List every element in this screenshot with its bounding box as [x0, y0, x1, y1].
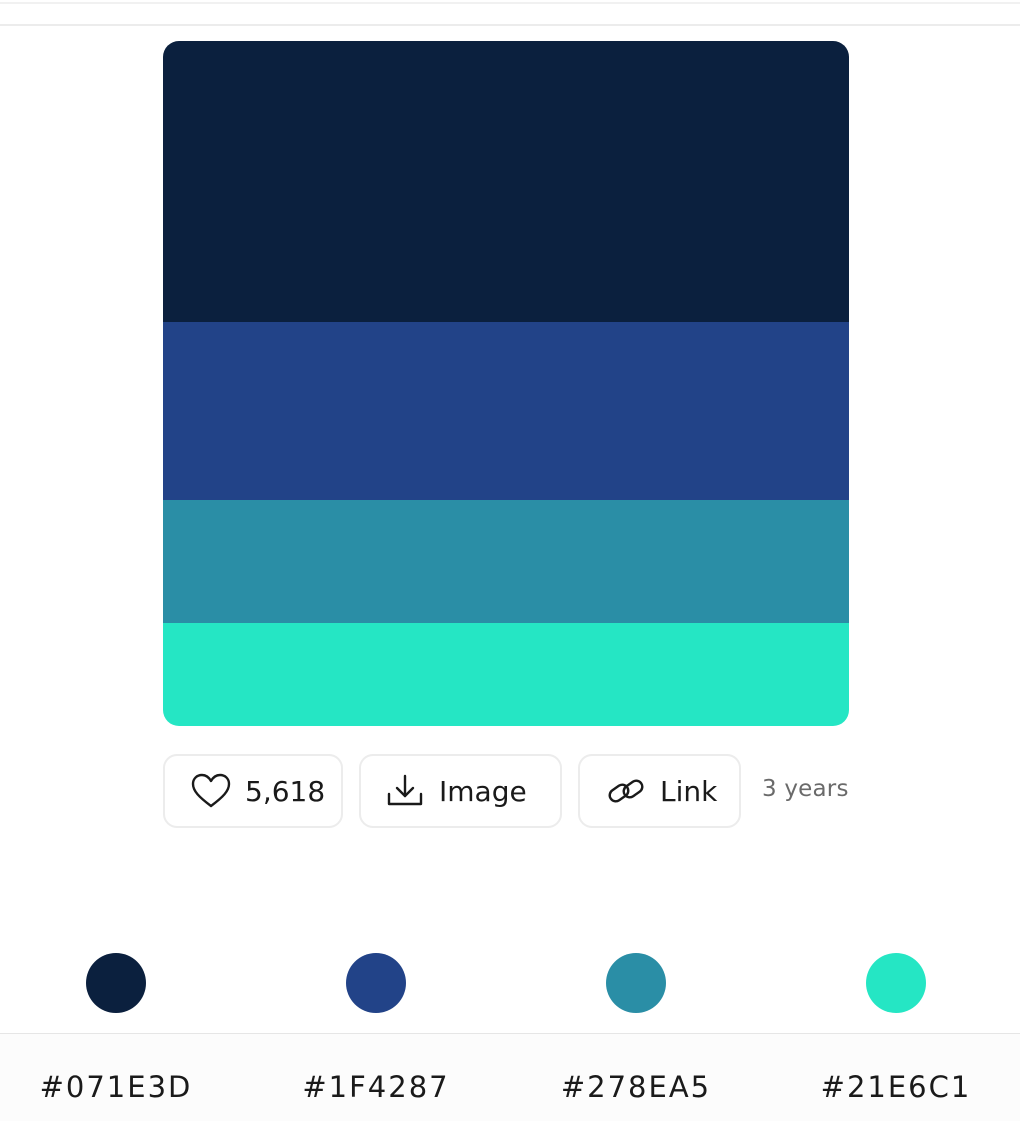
swatch-row	[0, 953, 1020, 1013]
download-icon	[385, 771, 425, 811]
palette-stripe-2[interactable]	[163, 321, 849, 500]
link-label: Link	[660, 774, 718, 808]
palette-stripe-1[interactable]	[163, 41, 849, 322]
time-ago: 3 years	[762, 776, 849, 802]
palette-actions: 5,618 Image Link 3 years	[163, 754, 863, 830]
heart-icon	[191, 771, 231, 811]
like-button[interactable]: 5,618	[163, 754, 343, 828]
swatch-dot-3[interactable]	[606, 953, 666, 1013]
color-code-2[interactable]: #1F4287	[246, 1070, 506, 1104]
top-bar	[0, 0, 1020, 26]
palette-stripe-4[interactable]	[163, 623, 849, 726]
swatch-dot-4[interactable]	[866, 953, 926, 1013]
link-icon	[606, 771, 646, 811]
palette-stripe-3[interactable]	[163, 499, 849, 624]
like-count: 5,618	[245, 774, 326, 808]
palette-preview[interactable]	[163, 41, 849, 726]
color-code-4[interactable]: #21E6C1	[766, 1070, 1020, 1104]
color-code-3[interactable]: #278EA5	[506, 1070, 766, 1104]
copy-link-button[interactable]: Link	[578, 754, 741, 828]
swatch-dot-2[interactable]	[346, 953, 406, 1013]
download-image-button[interactable]: Image	[359, 754, 562, 828]
color-codes-bar: #071E3D #1F4287 #278EA5 #21E6C1	[0, 1033, 1020, 1121]
image-label: Image	[439, 774, 527, 808]
color-code-1[interactable]: #071E3D	[0, 1070, 246, 1104]
swatch-dot-1[interactable]	[86, 953, 146, 1013]
